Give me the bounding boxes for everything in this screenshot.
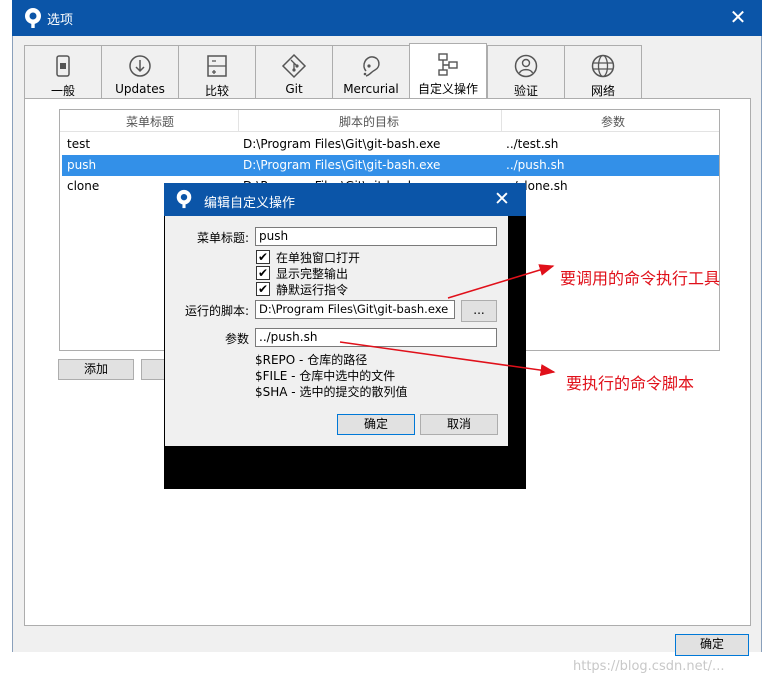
annotation-arrows (339, 264, 556, 377)
annotation-tool: 要调用的命令执行工具 (560, 269, 721, 288)
annotation-script: 要执行的命令脚本 (566, 374, 695, 393)
watermark: https://blog.csdn.net/... (573, 659, 725, 674)
arrow-to-script-note (339, 341, 556, 377)
arrow-to-tool-note (447, 264, 555, 299)
